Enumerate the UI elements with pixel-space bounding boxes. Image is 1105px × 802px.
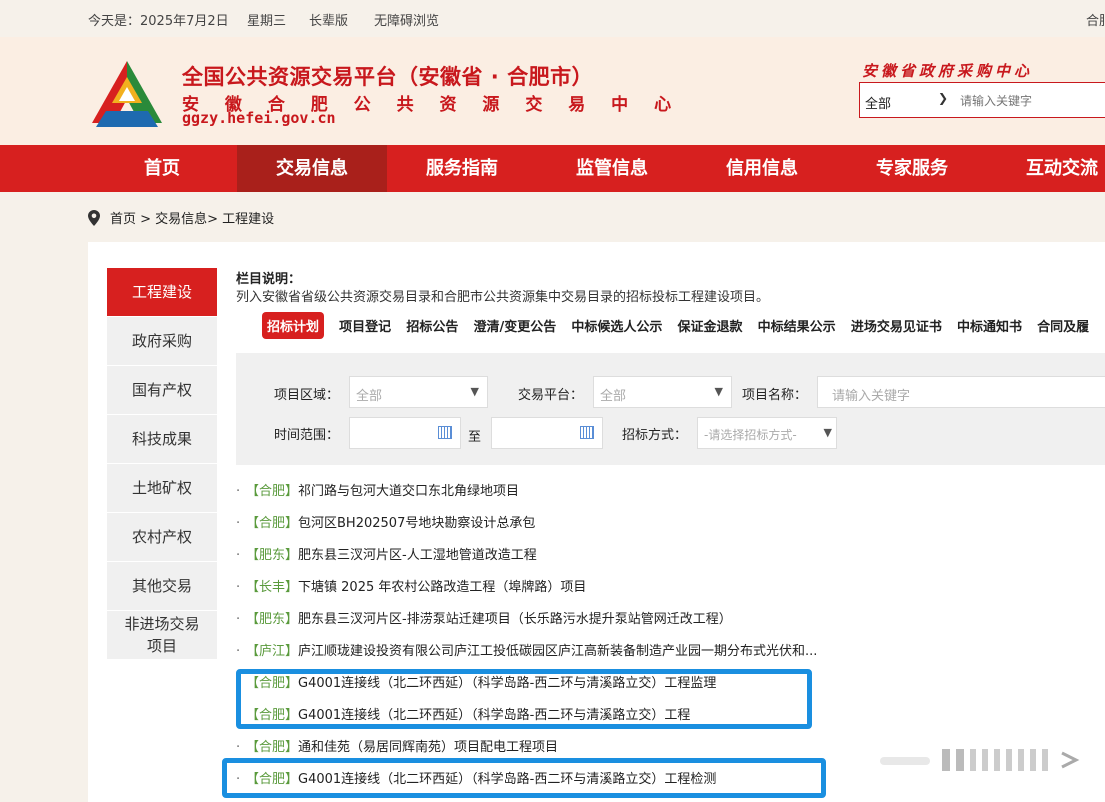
bid-method-placeholder: -请选择招标方式- [704,428,797,442]
list-item[interactable]: · 【合肥】祁门路与包河大道交口东北角绿地项目 [236,481,817,513]
tab-deposit-refund[interactable]: 保证金退款 [678,316,743,335]
main-nav: 首页 交易信息 服务指南 监管信息 信用信息 专家服务 互动交流 [0,145,1105,192]
bid-method-label: 招标方式： [622,428,688,443]
sidebar: 工程建设 政府采购 国有产权 科技成果 土地矿权 农村产权 其他交易 非进场交易… [107,268,217,660]
region-select[interactable]: 全部 ▼ [349,376,488,408]
sidebar-item-tech[interactable]: 科技成果 [107,415,217,464]
tab-clarification[interactable]: 澄清/变更公告 [473,316,556,335]
tab-contract[interactable]: 合同及履 [1037,316,1089,335]
nav-home[interactable]: 首页 [87,145,237,192]
start-date-input[interactable] [349,417,461,449]
list-item-region: 【肥东】 [246,548,299,563]
category-tabs: 招标计划 项目登记 招标公告 澄清/变更公告 中标候选人公示 保证金退款 中标结… [262,312,1100,339]
chevron-down-icon: ▼ [470,385,479,398]
list-item-title[interactable]: 祁门路与包河大道交口东北角绿地项目 [298,484,519,499]
site-logo[interactable] [90,57,165,132]
sidebar-item-state-property[interactable]: 国有产权 [107,366,217,415]
weekday-text: 星期三 [247,14,287,29]
nav-supervision[interactable]: 监管信息 [537,145,687,192]
accessible-link[interactable]: 无障碍浏览 [374,10,439,29]
list-item-title[interactable]: 下塘镇 2025 年农村公路改造工程（埠牌路）项目 [298,580,586,595]
breadcrumb-text[interactable]: 首页 > 交易信息> 工程建设 [110,212,274,227]
list-item-region: 【庐江】 [246,644,299,659]
list-item[interactable]: · 【长丰】下塘镇 2025 年农村公路改造工程（埠牌路）项目 [236,577,817,609]
filter-panel: 项目区域： 全部 ▼ 交易平台： 全部 ▼ 项目名称： 请输入关键字 时间范围：… [236,353,1105,465]
sidebar-item-gov-procurement[interactable]: 政府采购 [107,317,217,366]
list-item-title[interactable]: 肥东县三汊河片区-人工湿地管道改造工程 [298,548,537,563]
region-label: 项目区域： [274,388,340,403]
list-item[interactable]: · 【肥东】肥东县三汊河片区-排涝泵站迁建项目（长乐路污水提升泵站管网迁改工程） [236,609,817,641]
project-list: · 【合肥】祁门路与包河大道交口东北角绿地项目 · 【合肥】包河区BH202507号… [236,481,817,801]
highlight-box [222,758,826,798]
list-item-region: 【合肥】 [246,516,299,531]
city-link[interactable]: 合肥 [1086,10,1105,29]
tab-project-register[interactable]: 项目登记 [339,316,391,335]
nav-interaction[interactable]: 互动交流 [987,145,1105,192]
tab-bid-notice[interactable]: 招标公告 [406,316,458,335]
chevron-down-icon: ▼ [823,426,832,439]
list-item-region: 【长丰】 [246,580,299,595]
list-item[interactable]: · 【肥东】肥东县三汊河片区-人工湿地管道改造工程 [236,545,817,577]
site-domain: ggzy.hefei.gov.cn [182,109,336,127]
list-item-region: 【肥东】 [246,612,299,627]
breadcrumb: 首页 > 交易信息> 工程建设 [88,208,274,227]
sidebar-item-other[interactable]: 其他交易 [107,562,217,611]
chevron-down-icon: ▼ [714,385,723,398]
tab-award-notice[interactable]: 中标通知书 [957,316,1022,335]
nav-credit[interactable]: 信用信息 [687,145,837,192]
column-desc-title: 栏目说明： [236,272,302,287]
search-input[interactable] [958,89,1105,113]
list-item-title[interactable]: 通和佳苑（易居同辉南苑）项目配电工程项目 [298,740,558,755]
end-date-input[interactable] [491,417,603,449]
project-name-input[interactable]: 请输入关键字 [817,376,1105,408]
time-range-label: 时间范围： [274,428,340,443]
bid-method-select[interactable]: -请选择招标方式- ▼ [697,417,837,449]
list-item-title[interactable]: 庐江顺珑建设投资有限公司庐江工投低碳园区庐江高新装备制造产业园一期分布式光伏和.… [298,644,817,659]
platform-value: 全部 [600,389,627,404]
platform-label: 交易平台： [518,388,584,403]
top-bar: 今天是：2025年7月2日 星期三 长辈版 无障碍浏览 合肥 [0,0,1105,37]
highlight-box [236,669,812,729]
search-scope-select[interactable]: 全部 [865,93,891,112]
sidebar-item-engineering[interactable]: 工程建设 [107,268,217,317]
chevron-down-icon[interactable]: ❯ [938,91,948,105]
region-value: 全部 [356,389,383,404]
sidebar-item-land[interactable]: 土地矿权 [107,464,217,513]
tab-bid-plan[interactable]: 招标计划 [262,312,325,339]
list-item-region: 【合肥】 [246,740,299,755]
calendar-icon[interactable] [438,426,452,439]
project-name-label: 项目名称： [742,388,808,403]
nav-expert[interactable]: 专家服务 [837,145,987,192]
location-pin-icon [88,210,100,226]
tab-candidate[interactable]: 中标候选人公示 [571,316,662,335]
gov-procurement-link[interactable]: 安徽省政府采购中心 [862,60,1033,81]
list-item-region: 【合肥】 [246,484,299,499]
list-item[interactable]: · 【合肥】包河区BH202507号地块勘察设计总承包 [236,513,817,545]
elder-mode-link[interactable]: 长辈版 [309,10,348,29]
list-item-title[interactable]: 肥东县三汊河片区-排涝泵站迁建项目（长乐路污水提升泵站管网迁改工程） [298,612,732,627]
tab-witness[interactable]: 进场交易见证书 [851,316,942,335]
date-text: 今天是：2025年7月2日 [88,14,229,29]
watermark-logo [880,749,1080,771]
nav-trade-info[interactable]: 交易信息 [237,145,387,192]
sidebar-item-rural[interactable]: 农村产权 [107,513,217,562]
sidebar-item-offsite[interactable]: 非进场交易项目 [107,611,217,660]
nav-service-guide[interactable]: 服务指南 [387,145,537,192]
site-title: 全国公共资源交易平台（安徽省 · 合肥市） [182,65,594,89]
column-desc-text: 列入安徽省省级公共资源交易目录和合肥市公共资源集中交易目录的招标投标工程建设项目… [236,290,770,305]
calendar-icon[interactable] [580,426,594,439]
list-item-title[interactable]: 包河区BH202507号地块勘察设计总承包 [298,516,535,531]
project-name-placeholder: 请输入关键字 [832,389,911,404]
header-search: 全部 ❯ [859,82,1105,118]
to-label: 至 [468,430,482,445]
platform-select[interactable]: 全部 ▼ [593,376,732,408]
site-header: 全国公共资源交易平台（安徽省 · 合肥市） 安 徽 合 肥 公 共 资 源 交 … [0,37,1105,145]
tab-result[interactable]: 中标结果公示 [758,316,836,335]
